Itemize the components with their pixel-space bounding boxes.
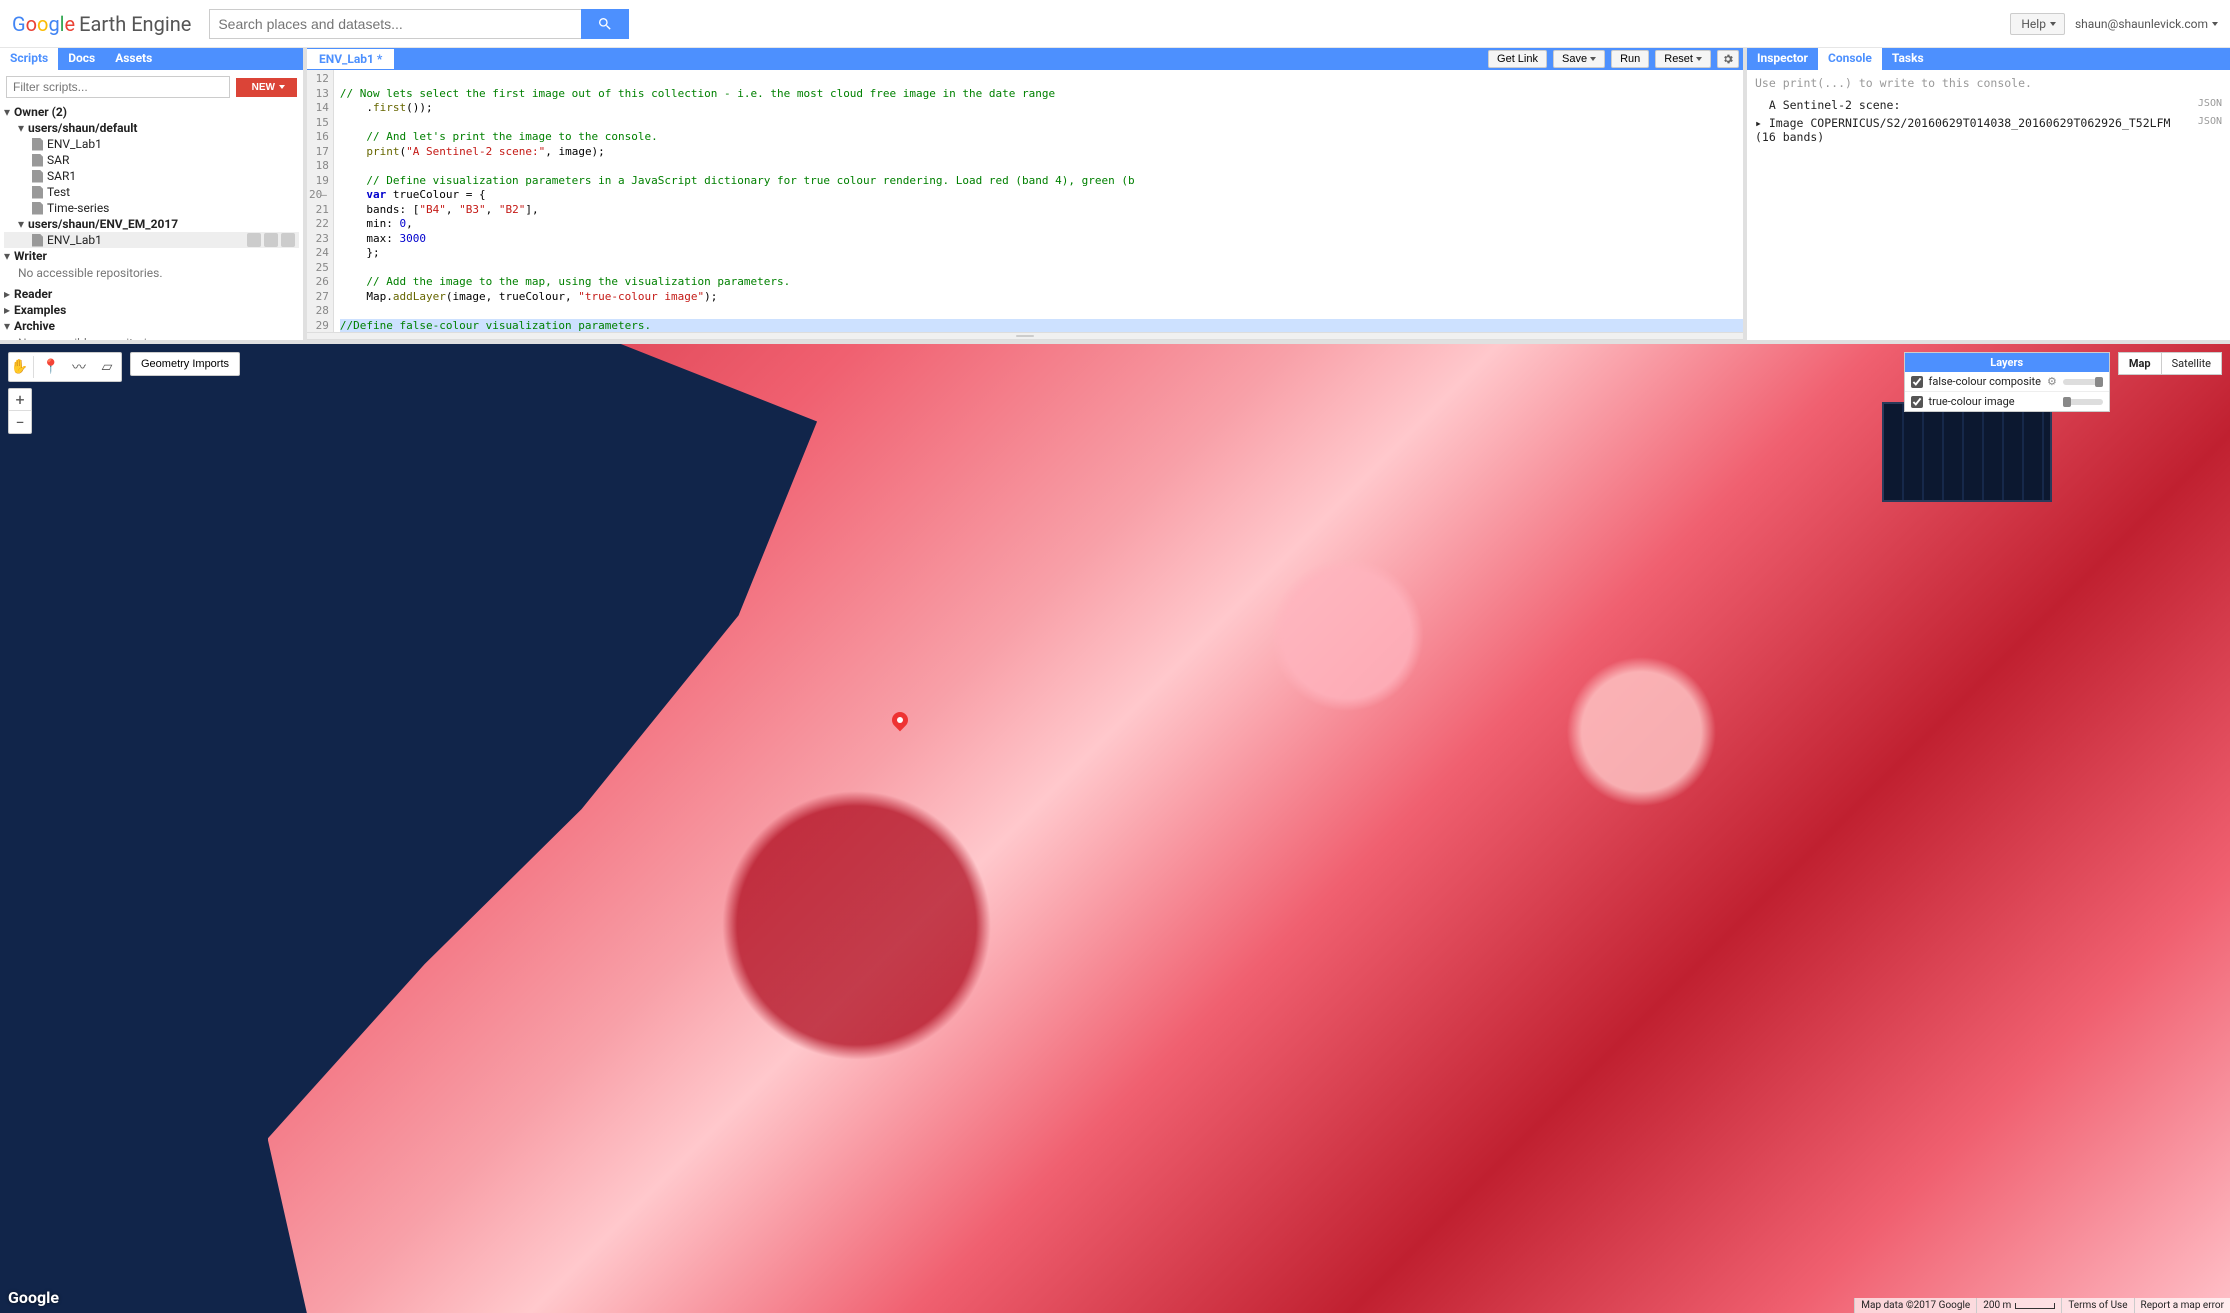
layer-checkbox[interactable]	[1911, 376, 1923, 388]
layer-opacity-slider[interactable]	[2063, 379, 2103, 385]
editor-panel: ENV_Lab1 * Get Link Save Run Reset 12131…	[307, 48, 1747, 340]
map-type-control: Map Satellite	[2118, 352, 2222, 375]
right-tabbar: InspectorConsoleTasks	[1747, 48, 2230, 70]
zoom-in-button[interactable]: +	[9, 389, 31, 411]
filter-scripts-input[interactable]	[6, 76, 230, 98]
scripts-panel: ScriptsDocsAssets NEW ▾Owner (2)▾users/s…	[0, 48, 307, 340]
tree-file[interactable]: ENV_Lab1	[47, 233, 102, 247]
console-entry: A Sentinel-2 scene:JSON	[1755, 96, 2222, 114]
tree-repo[interactable]: users/shaun/default	[28, 121, 138, 135]
scripts-tree: ▾Owner (2)▾users/shaun/defaultENV_Lab1SA…	[0, 104, 303, 340]
console-entry[interactable]: ▸ Image COPERNICUS/S2/20160629T014038_20…	[1755, 114, 2222, 146]
app-logo: Google Earth Engine	[12, 12, 191, 36]
file-icon	[32, 154, 43, 167]
layer-checkbox[interactable]	[1911, 396, 1923, 408]
search-input[interactable]	[209, 9, 581, 39]
map-attribution: Map data ©2017 Google	[1854, 1298, 1976, 1313]
tree-file[interactable]: Test	[47, 185, 70, 199]
zoom-out-button[interactable]: −	[9, 411, 31, 433]
layer-settings-icon[interactable]: ⚙	[2047, 375, 2057, 388]
save-button[interactable]: Save	[1553, 50, 1605, 68]
file-icon	[32, 170, 43, 183]
tree-file[interactable]: Time-series	[47, 201, 109, 215]
app-header: Google Earth Engine Help shaun@shaunlevi…	[0, 0, 2230, 48]
right-tab-inspector[interactable]: Inspector	[1747, 48, 1818, 70]
tree-empty-msg: No accessible repositories.	[4, 334, 299, 340]
file-icon	[32, 186, 43, 199]
report-error-link[interactable]: Report a map error	[2134, 1298, 2230, 1313]
pan-tool-button[interactable]: ✋	[12, 356, 34, 378]
new-script-button[interactable]: NEW	[236, 78, 297, 97]
left-tab-assets[interactable]: Assets	[105, 48, 162, 70]
tree-file[interactable]: SAR	[47, 153, 69, 167]
tree-section-examples[interactable]: Examples	[14, 303, 66, 317]
panel-resize-handle[interactable]	[307, 332, 1743, 340]
file-icon	[32, 202, 43, 215]
file-icon	[32, 138, 43, 151]
google-logo: Google	[8, 1288, 59, 1307]
file-action-rename[interactable]	[264, 233, 278, 247]
tree-file[interactable]: SAR1	[47, 169, 76, 183]
layers-panel: Layers false-colour composite ⚙ true-colou…	[1904, 352, 2110, 412]
tree-section-archive[interactable]: Archive	[14, 319, 55, 333]
reset-button[interactable]: Reset	[1655, 50, 1711, 68]
file-action-history[interactable]	[247, 233, 261, 247]
right-tab-console[interactable]: Console	[1818, 48, 1882, 70]
layer-name: true-colour image	[1929, 395, 2057, 408]
layer-row: true-colour image	[1905, 392, 2109, 411]
get-link-button[interactable]: Get Link	[1488, 50, 1547, 68]
tree-repo[interactable]: users/shaun/ENV_EM_2017	[28, 217, 178, 231]
right-tab-tasks[interactable]: Tasks	[1882, 48, 1934, 70]
left-tab-scripts[interactable]: Scripts	[0, 48, 58, 70]
console-hint: Use print(...) to write to this console.	[1755, 76, 2222, 90]
map-type-map[interactable]: Map	[2119, 353, 2162, 374]
line-tool-button[interactable]: 〰	[68, 356, 90, 378]
layer-name: false-colour composite	[1929, 375, 2041, 388]
json-badge[interactable]: JSON	[2198, 116, 2222, 144]
tree-section-writer[interactable]: Writer	[14, 249, 47, 263]
tree-section-reader[interactable]: Reader	[14, 287, 52, 301]
code-editor[interactable]: 1213141516171819202122232425262728293031…	[307, 70, 1743, 332]
terms-link[interactable]: Terms of Use	[2061, 1298, 2133, 1313]
help-button[interactable]: Help	[2010, 13, 2065, 35]
marker-tool-button[interactable]: 📍	[40, 356, 62, 378]
layers-header[interactable]: Layers	[1905, 353, 2109, 372]
tree-empty-msg: No accessible repositories.	[4, 264, 299, 286]
search-button[interactable]	[581, 9, 629, 39]
draw-tools: ✋ 📍 〰 ▱	[8, 352, 122, 382]
tree-file[interactable]: ENV_Lab1	[47, 137, 102, 151]
run-button[interactable]: Run	[1611, 50, 1649, 68]
tree-section-owner[interactable]: Owner (2)	[14, 105, 67, 119]
geometry-imports-button[interactable]: Geometry Imports	[130, 352, 240, 376]
layer-row: false-colour composite ⚙	[1905, 372, 2109, 392]
search-bar	[209, 9, 629, 39]
map-view[interactable]: ✋ 📍 〰 ▱ Geometry Imports + − Layers fals…	[0, 344, 2230, 1313]
polygon-tool-button[interactable]: ▱	[96, 356, 118, 378]
gear-icon	[1722, 53, 1734, 65]
left-tabbar: ScriptsDocsAssets	[0, 48, 303, 70]
json-badge[interactable]: JSON	[2198, 98, 2222, 112]
console-panel: InspectorConsoleTasks Use print(...) to …	[1747, 48, 2230, 340]
map-canvas	[0, 344, 2230, 1313]
settings-button[interactable]	[1717, 50, 1739, 68]
file-action-delete[interactable]	[281, 233, 295, 247]
file-icon	[32, 234, 43, 247]
editor-tab[interactable]: ENV_Lab1 *	[307, 49, 394, 69]
zoom-control: + −	[8, 388, 32, 434]
left-tab-docs[interactable]: Docs	[58, 48, 105, 70]
map-type-satellite[interactable]: Satellite	[2162, 353, 2221, 374]
search-icon	[597, 16, 613, 32]
layer-opacity-slider[interactable]	[2063, 399, 2103, 405]
scale-bar: 200 m	[1976, 1298, 2061, 1313]
user-menu[interactable]: shaun@shaunlevick.com	[2075, 17, 2218, 31]
map-attribution-bar: Map data ©2017 Google 200 m Terms of Use…	[1854, 1298, 2230, 1313]
